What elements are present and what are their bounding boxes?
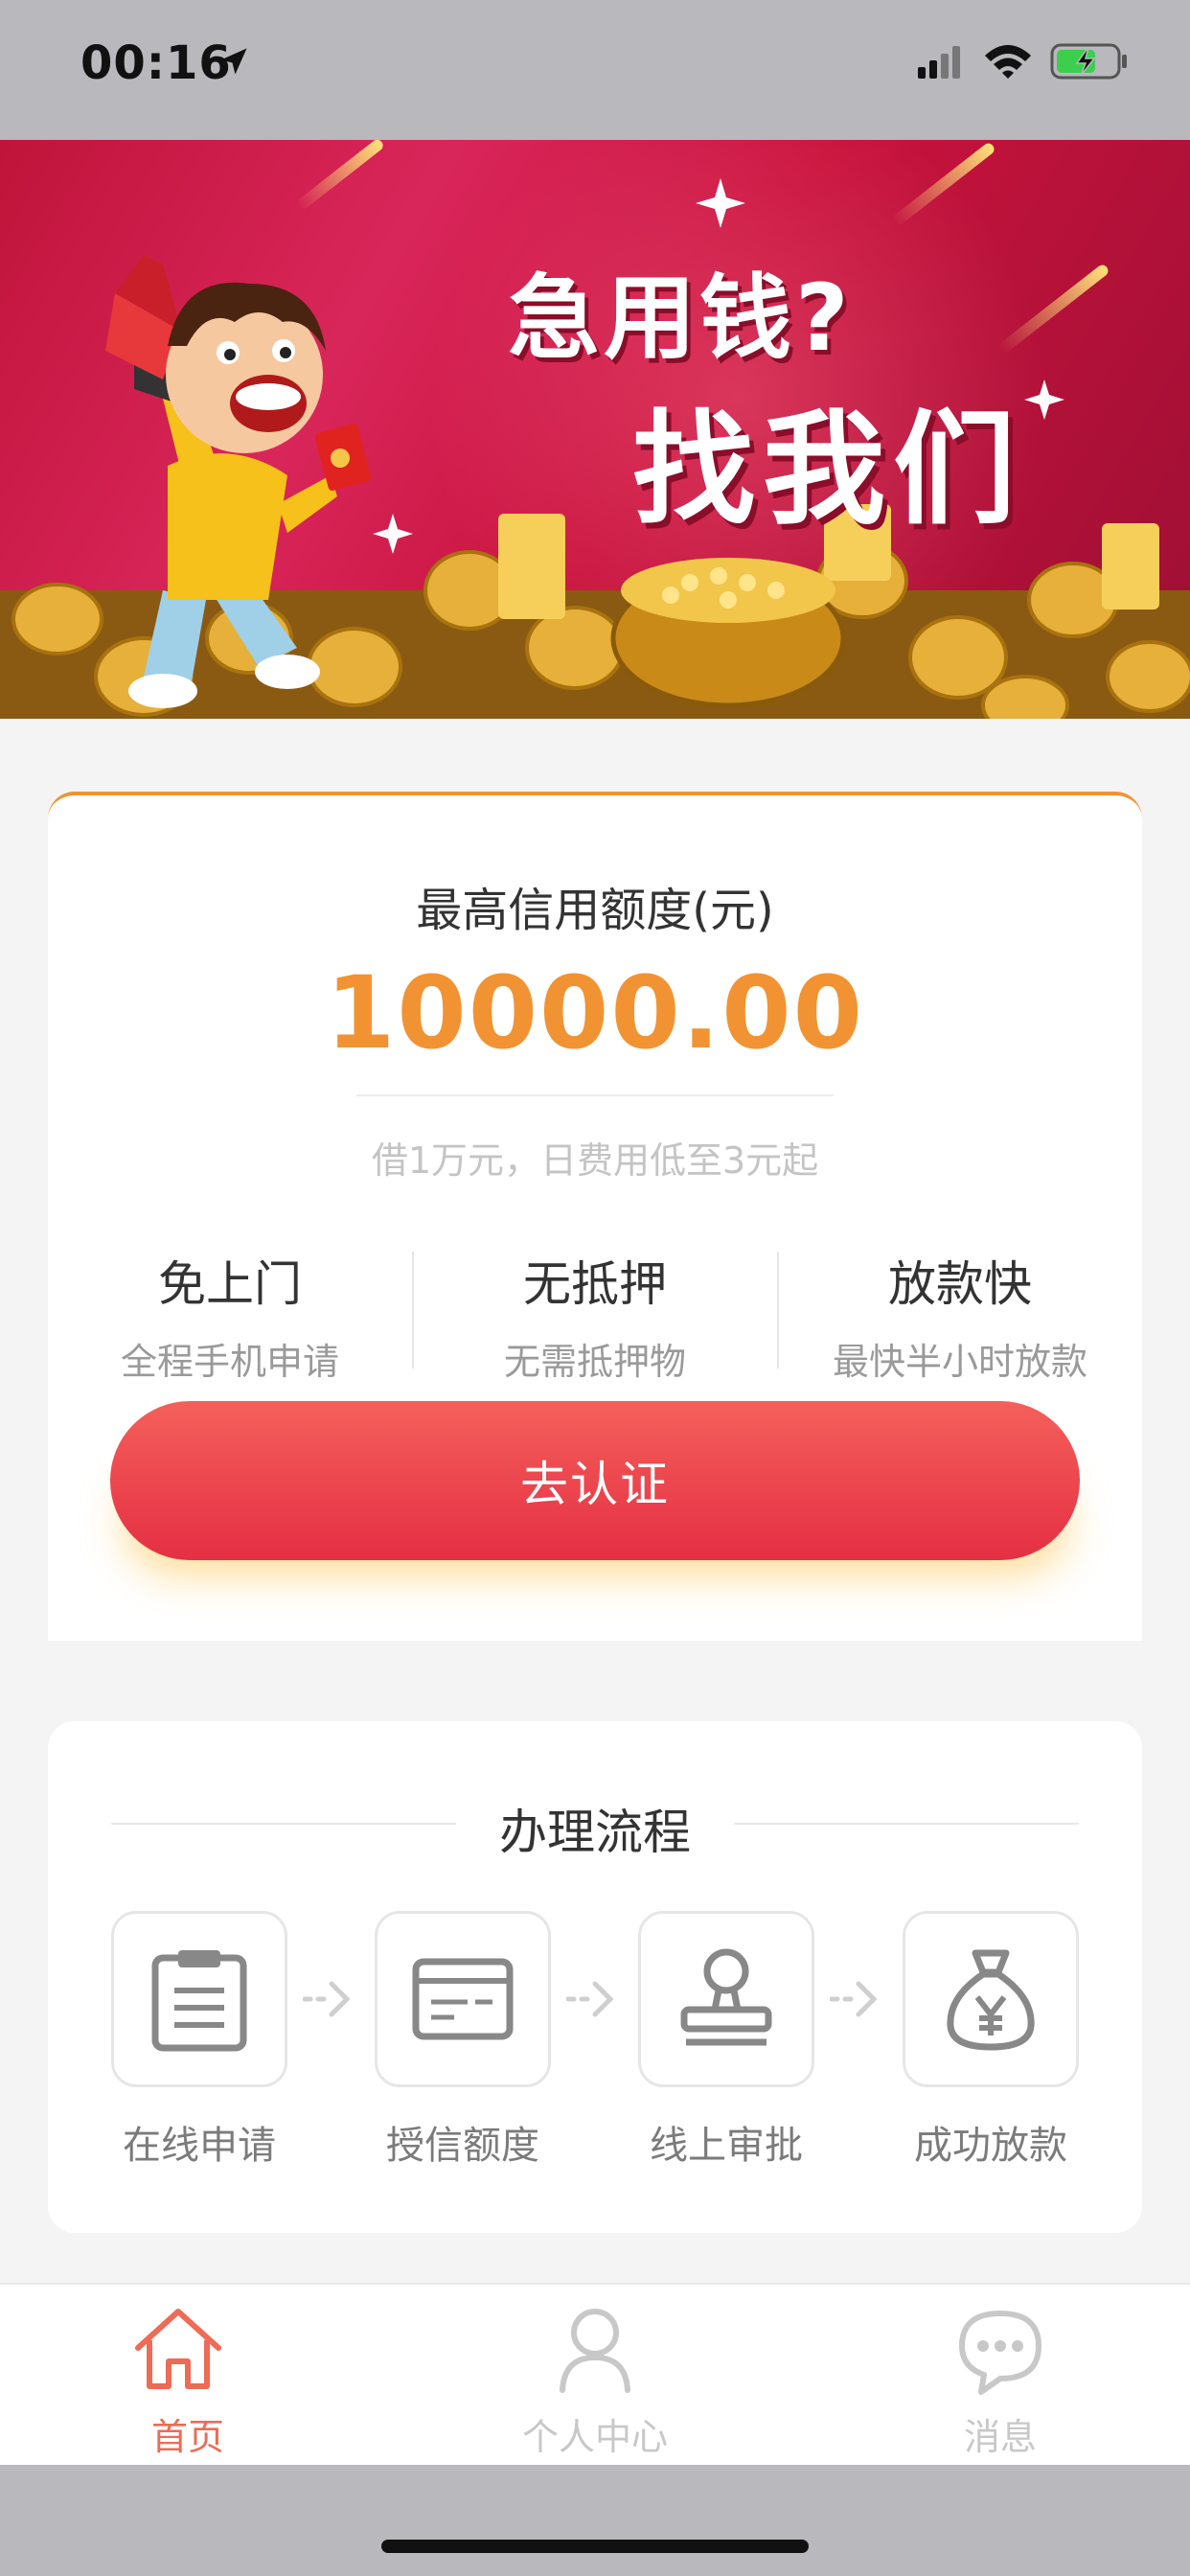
verify-button[interactable]: 去认证 xyxy=(110,1401,1080,1560)
home-indicator[interactable] xyxy=(381,2540,809,2553)
banner-title-line2: 找我们 xyxy=(632,399,1024,541)
money-bag-icon xyxy=(947,1949,1035,2051)
step-icon-box xyxy=(638,1911,814,2087)
user-icon xyxy=(560,2309,630,2393)
step-label: 在线申请 xyxy=(123,2124,276,2168)
divider xyxy=(356,1094,834,1096)
location-arrow-icon xyxy=(220,48,247,75)
cellular-signal-icon xyxy=(918,46,960,79)
step-online-apply[interactable]: 在线申请 xyxy=(111,1911,287,2170)
wifi-icon xyxy=(985,45,1031,79)
step-credit-grant[interactable]: 授信额度 xyxy=(375,1911,551,2170)
step-icon-box xyxy=(375,1911,551,2087)
credit-fee-note: 借1万元，日费用低至3元起 xyxy=(371,1139,819,1182)
step-label: 线上审批 xyxy=(650,2124,803,2168)
step-icon-box xyxy=(111,1911,287,2087)
feature-title: 无抵押 xyxy=(523,1256,667,1312)
tab-bar: 首页 个人中心 消息 xyxy=(0,2283,1190,2465)
step-label: 成功放款 xyxy=(914,2124,1067,2168)
feature-fast-payout: 放款快 最快半小时放款 xyxy=(778,1246,1142,1385)
step-label: 授信额度 xyxy=(386,2124,539,2168)
tab-messages[interactable]: 消息 xyxy=(793,2285,1190,2467)
arrow-right-icon xyxy=(566,1981,614,2017)
feature-title: 放款快 xyxy=(888,1256,1032,1312)
home-indicator-area xyxy=(0,2465,1190,2576)
feature-desc: 全程手机申请 xyxy=(120,1341,339,1383)
step-online-review[interactable]: 线上审批 xyxy=(638,1911,814,2170)
status-bar: 00:16 xyxy=(0,0,1190,140)
process-card: 办理流程 在线申请 授信额度 线上审批 成功放款 xyxy=(48,1721,1142,2233)
feature-desc: 无需抵押物 xyxy=(503,1341,686,1383)
feature-no-collateral: 无抵押 无需抵押物 xyxy=(413,1246,777,1385)
chat-bubble-icon xyxy=(959,2311,1041,2395)
arrow-right-icon xyxy=(303,1981,351,2017)
title-line-right xyxy=(734,1823,1079,1825)
step-icon-box xyxy=(903,1911,1079,2087)
tab-label: 首页 xyxy=(150,2416,224,2458)
stamp-icon xyxy=(680,1948,772,2046)
status-time: 00:16 xyxy=(80,36,232,90)
step-payout-success[interactable]: 成功放款 xyxy=(903,1911,1079,2170)
credit-limit-card: 最高信用额度(元) 10000.00 借1万元，日费用低至3元起 免上门 全程手… xyxy=(48,792,1142,1641)
tab-profile[interactable]: 个人中心 xyxy=(397,2285,793,2467)
tab-home[interactable]: 首页 xyxy=(0,2285,397,2467)
credit-limit-amount: 10000.00 xyxy=(325,954,865,1071)
home-icon xyxy=(135,2309,221,2389)
banner-title-line1: 急用钱? xyxy=(508,264,853,372)
battery-charging-icon xyxy=(1050,43,1127,80)
feature-no-visit: 免上门 全程手机申请 xyxy=(48,1246,412,1385)
card-icon xyxy=(412,1958,514,2040)
promo-banner[interactable]: 急用钱? 找我们 xyxy=(0,140,1190,719)
feature-desc: 最快半小时放款 xyxy=(832,1341,1087,1383)
tab-label: 消息 xyxy=(963,2416,1037,2458)
feature-title: 免上门 xyxy=(158,1256,302,1312)
arrow-right-icon xyxy=(830,1981,878,2017)
credit-limit-label: 最高信用额度(元) xyxy=(416,884,774,937)
clipboard-icon xyxy=(151,1950,247,2052)
tab-label: 个人中心 xyxy=(521,2416,668,2458)
process-title: 办理流程 xyxy=(499,1805,691,1860)
